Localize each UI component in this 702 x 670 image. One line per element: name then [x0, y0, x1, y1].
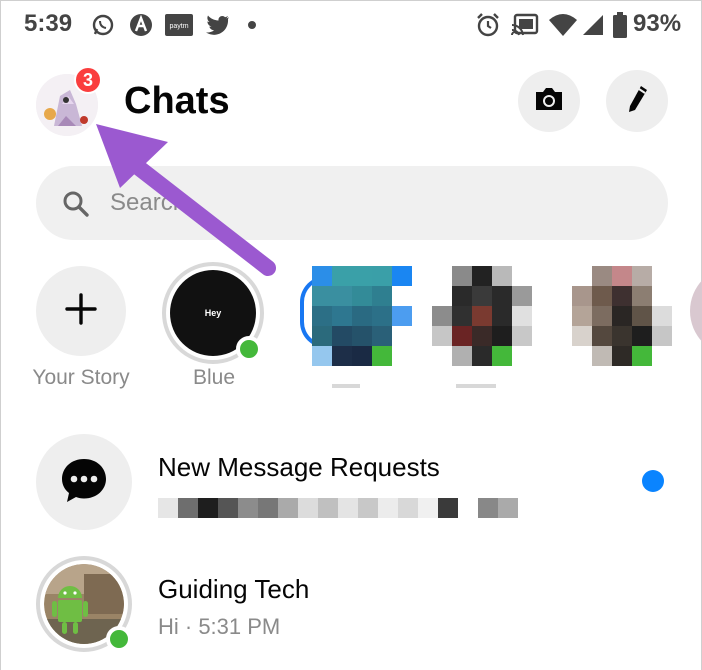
camera-button[interactable] — [518, 70, 580, 132]
story-label: Blue — [192, 366, 236, 389]
plus-icon — [63, 291, 99, 332]
story-blue[interactable]: Hey Blue — [162, 262, 264, 389]
a-letter-icon — [128, 12, 154, 38]
pixelated-avatar — [572, 266, 672, 366]
story-your-story[interactable]: Your Story — [32, 266, 136, 389]
battery-icon — [612, 12, 628, 38]
new-message-button[interactable] — [606, 70, 668, 132]
annotation-arrow — [96, 124, 276, 276]
paytm-icon: paytm — [165, 12, 193, 38]
unread-indicator — [642, 470, 664, 492]
battery-percent: 93% — [633, 10, 682, 37]
chat-preview-redacted — [158, 498, 518, 518]
story-label-bar — [332, 384, 360, 388]
message-requests-avatar — [36, 434, 132, 530]
search-icon — [62, 190, 90, 223]
alarm-icon — [474, 12, 502, 38]
signal-icon — [580, 12, 606, 38]
chat-preview: Hi · 5:31 PM — [158, 614, 281, 639]
pencil-icon — [625, 84, 649, 119]
story-label-bar — [456, 384, 496, 388]
twitter-icon — [203, 12, 231, 38]
camera-icon — [533, 85, 565, 118]
wifi-icon — [548, 12, 578, 38]
story-avatar — [690, 266, 702, 356]
story-inner-text: Hey — [204, 308, 222, 318]
story-label: Your Story — [32, 366, 130, 389]
chat-row-message-requests[interactable]: New Message Requests — [36, 434, 666, 534]
chat-name: Guiding Tech — [158, 574, 310, 604]
guiding-tech-avatar — [36, 556, 132, 652]
chat-bubble-icon — [59, 456, 109, 509]
online-indicator — [106, 626, 132, 652]
pixelated-avatar — [432, 266, 532, 366]
profile-avatar[interactable]: 3 — [36, 66, 102, 136]
status-bar: 5:39 paytm 93% — [0, 0, 702, 52]
svg-text:paytm: paytm — [169, 23, 188, 30]
status-time: 5:39 — [24, 10, 73, 37]
cast-icon — [510, 12, 540, 38]
whatsapp-icon — [90, 12, 116, 38]
story-partial[interactable]: Ta — [690, 266, 702, 356]
notification-badge: 3 — [74, 66, 102, 94]
chat-name: New Message Requests — [158, 452, 440, 482]
online-indicator — [236, 336, 262, 362]
page-title: Chats — [124, 80, 230, 122]
add-story-circle — [36, 266, 126, 356]
pixelated-avatar — [312, 266, 412, 366]
dot-icon — [246, 12, 258, 38]
chat-row-guiding-tech[interactable]: Guiding Tech Hi · 5:31 PM — [36, 556, 666, 656]
